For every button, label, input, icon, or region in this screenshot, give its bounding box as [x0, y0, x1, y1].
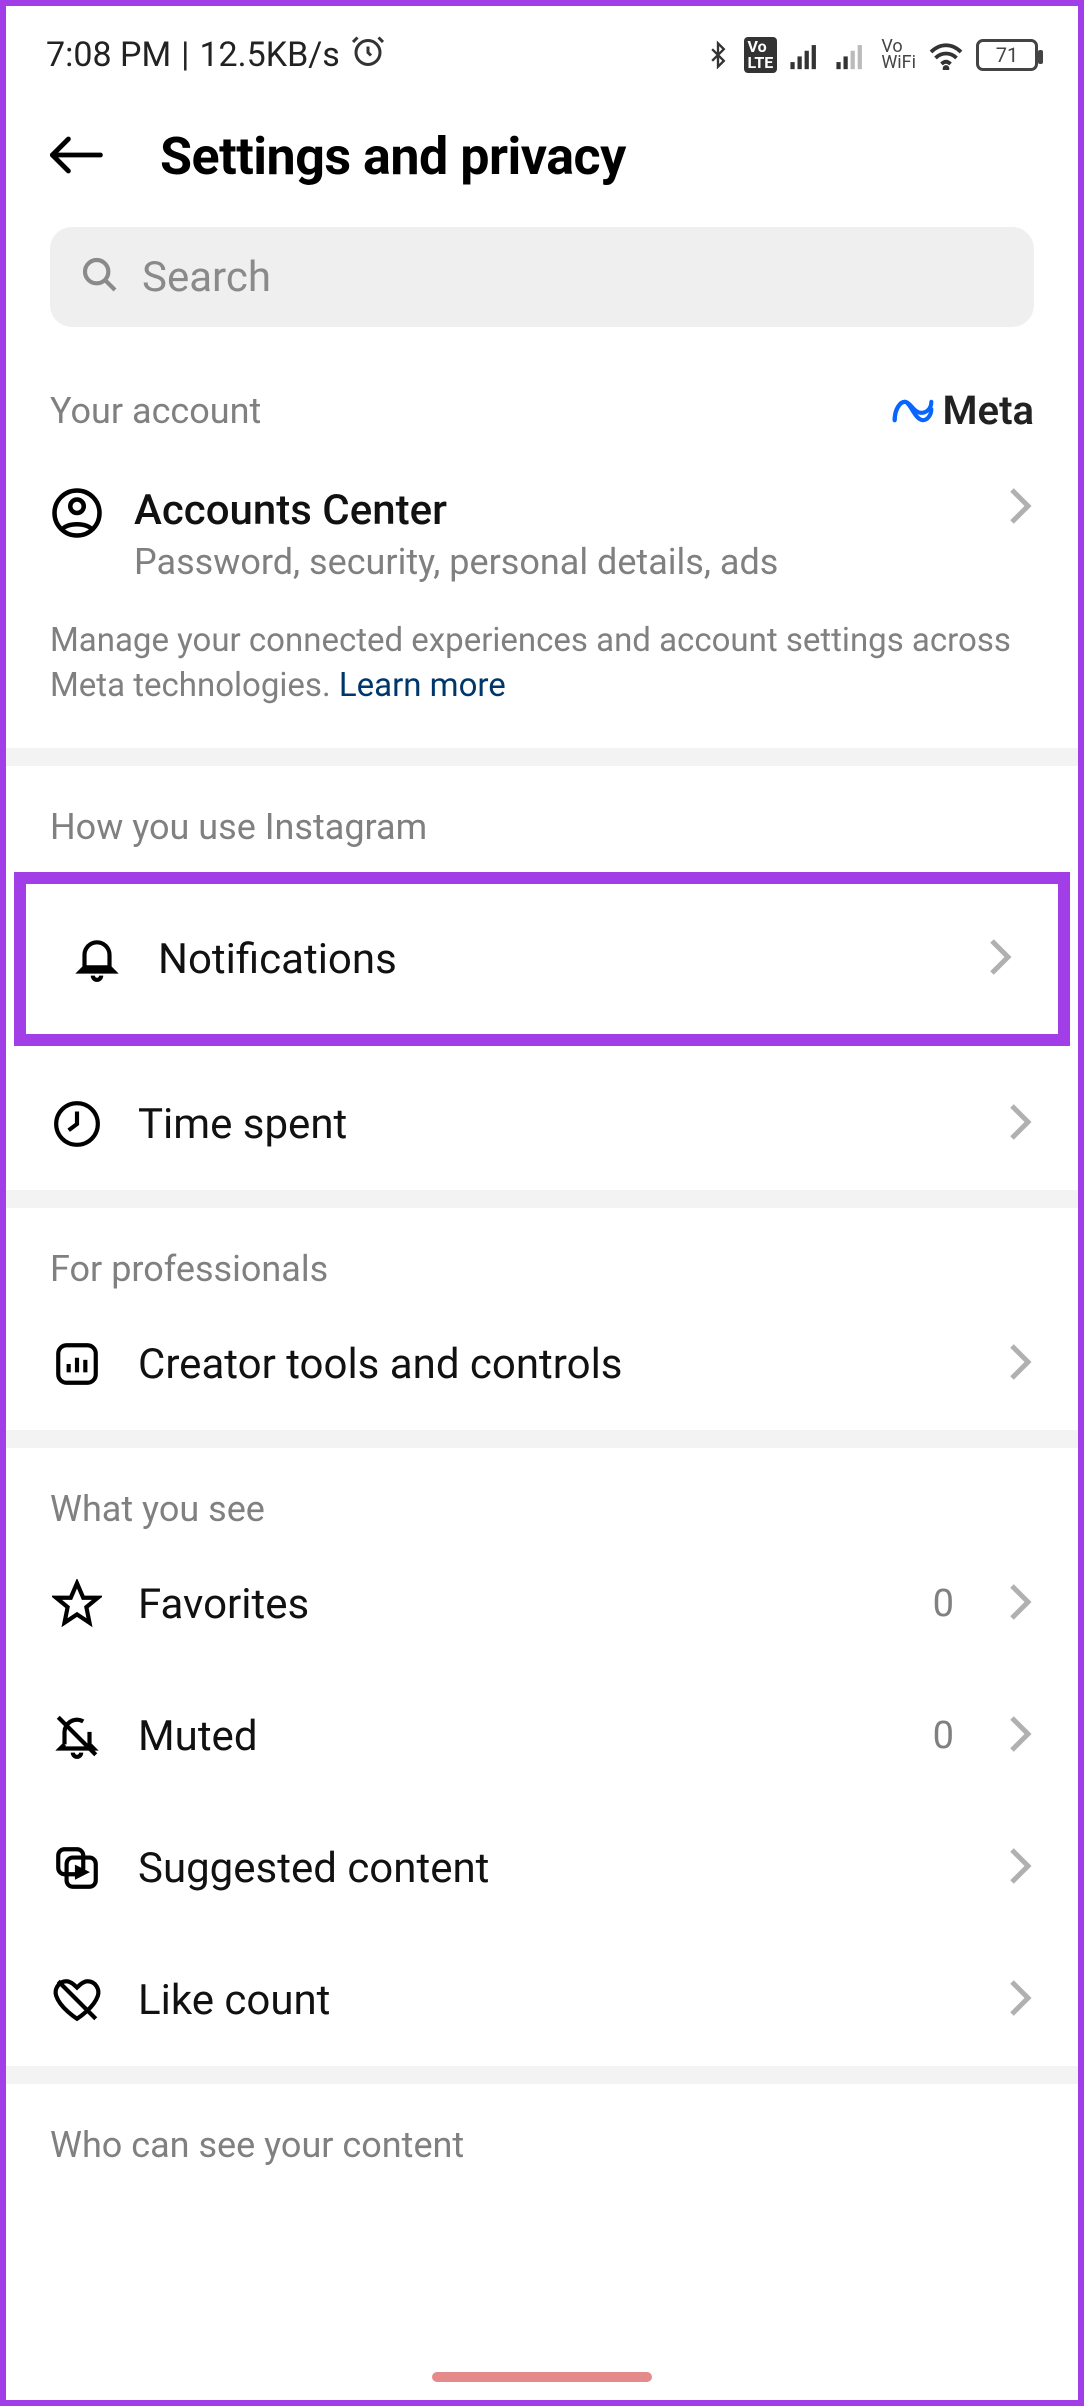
favorites-label: Favorites — [138, 1580, 899, 1629]
battery-icon: 71 — [976, 39, 1038, 71]
heart-off-icon — [50, 1975, 104, 2025]
chevron-right-icon — [1006, 1102, 1034, 1146]
meta-brand: Meta — [891, 387, 1034, 434]
volte-icon: VoLTE — [744, 37, 778, 73]
time-spent-row[interactable]: Time spent — [6, 1058, 1078, 1190]
notifications-row[interactable]: Notifications — [26, 884, 1058, 1034]
alarm-icon — [350, 33, 386, 78]
search-placeholder: Search — [142, 253, 271, 302]
chevron-right-icon — [986, 937, 1014, 981]
bell-off-icon — [50, 1711, 104, 1761]
back-icon[interactable] — [46, 131, 110, 183]
vowifi-icon: VoWiFi — [881, 39, 916, 71]
like-count-row[interactable]: Like count — [6, 1934, 1078, 2066]
signal-icon-1 — [789, 40, 823, 70]
chevron-right-icon — [1006, 486, 1034, 530]
account-info-text: Manage your connected experiences and ac… — [6, 583, 1078, 748]
favorites-count: 0 — [933, 1582, 954, 1626]
search-input[interactable]: Search — [50, 227, 1034, 327]
search-icon — [80, 255, 120, 299]
accounts-center-row[interactable]: Accounts Center Password, security, pers… — [6, 464, 1078, 583]
notifications-highlight: Notifications — [14, 872, 1070, 1046]
wifi-icon — [928, 40, 964, 70]
status-time: 7:08 PM — [46, 35, 171, 75]
bell-icon — [70, 934, 124, 984]
status-bar: 7:08 PM | 12.5KB/s VoLTE VoWiFi 71 — [6, 6, 1078, 96]
creator-tools-label: Creator tools and controls — [138, 1340, 972, 1389]
accounts-center-title: Accounts Center — [134, 486, 976, 535]
chevron-right-icon — [1006, 1582, 1034, 1626]
section-heading-see: What you see — [6, 1448, 1078, 1538]
suggested-content-row[interactable]: Suggested content — [6, 1802, 1078, 1934]
chevron-right-icon — [1006, 1846, 1034, 1890]
home-indicator — [432, 2372, 652, 2382]
muted-row[interactable]: Muted 0 — [6, 1670, 1078, 1802]
chevron-right-icon — [1006, 1342, 1034, 1386]
section-heading-pro: For professionals — [6, 1208, 1078, 1298]
favorites-row[interactable]: Favorites 0 — [6, 1538, 1078, 1670]
bar-chart-icon — [50, 1339, 104, 1389]
like-count-label: Like count — [138, 1976, 972, 2025]
page-title: Settings and privacy — [160, 126, 626, 187]
learn-more-link[interactable]: Learn more — [339, 666, 506, 705]
media-collection-icon — [50, 1843, 104, 1893]
clock-icon — [50, 1099, 104, 1149]
chevron-right-icon — [1006, 1978, 1034, 2022]
status-netspeed: 12.5KB/s — [199, 35, 339, 75]
muted-count: 0 — [933, 1714, 954, 1758]
creator-tools-row[interactable]: Creator tools and controls — [6, 1298, 1078, 1430]
person-circle-icon — [50, 486, 104, 544]
accounts-center-subtitle: Password, security, personal details, ad… — [134, 541, 976, 583]
suggested-content-label: Suggested content — [138, 1844, 972, 1893]
signal-icon-2 — [835, 40, 869, 70]
notifications-label: Notifications — [158, 935, 952, 984]
section-heading-visibility: Who can see your content — [6, 2084, 1078, 2174]
time-spent-label: Time spent — [138, 1100, 972, 1149]
bluetooth-icon — [704, 38, 732, 72]
muted-label: Muted — [138, 1712, 899, 1761]
section-heading-account: Your account — [50, 390, 261, 432]
chevron-right-icon — [1006, 1714, 1034, 1758]
section-heading-usage: How you use Instagram — [6, 766, 1078, 856]
star-icon — [50, 1579, 104, 1629]
